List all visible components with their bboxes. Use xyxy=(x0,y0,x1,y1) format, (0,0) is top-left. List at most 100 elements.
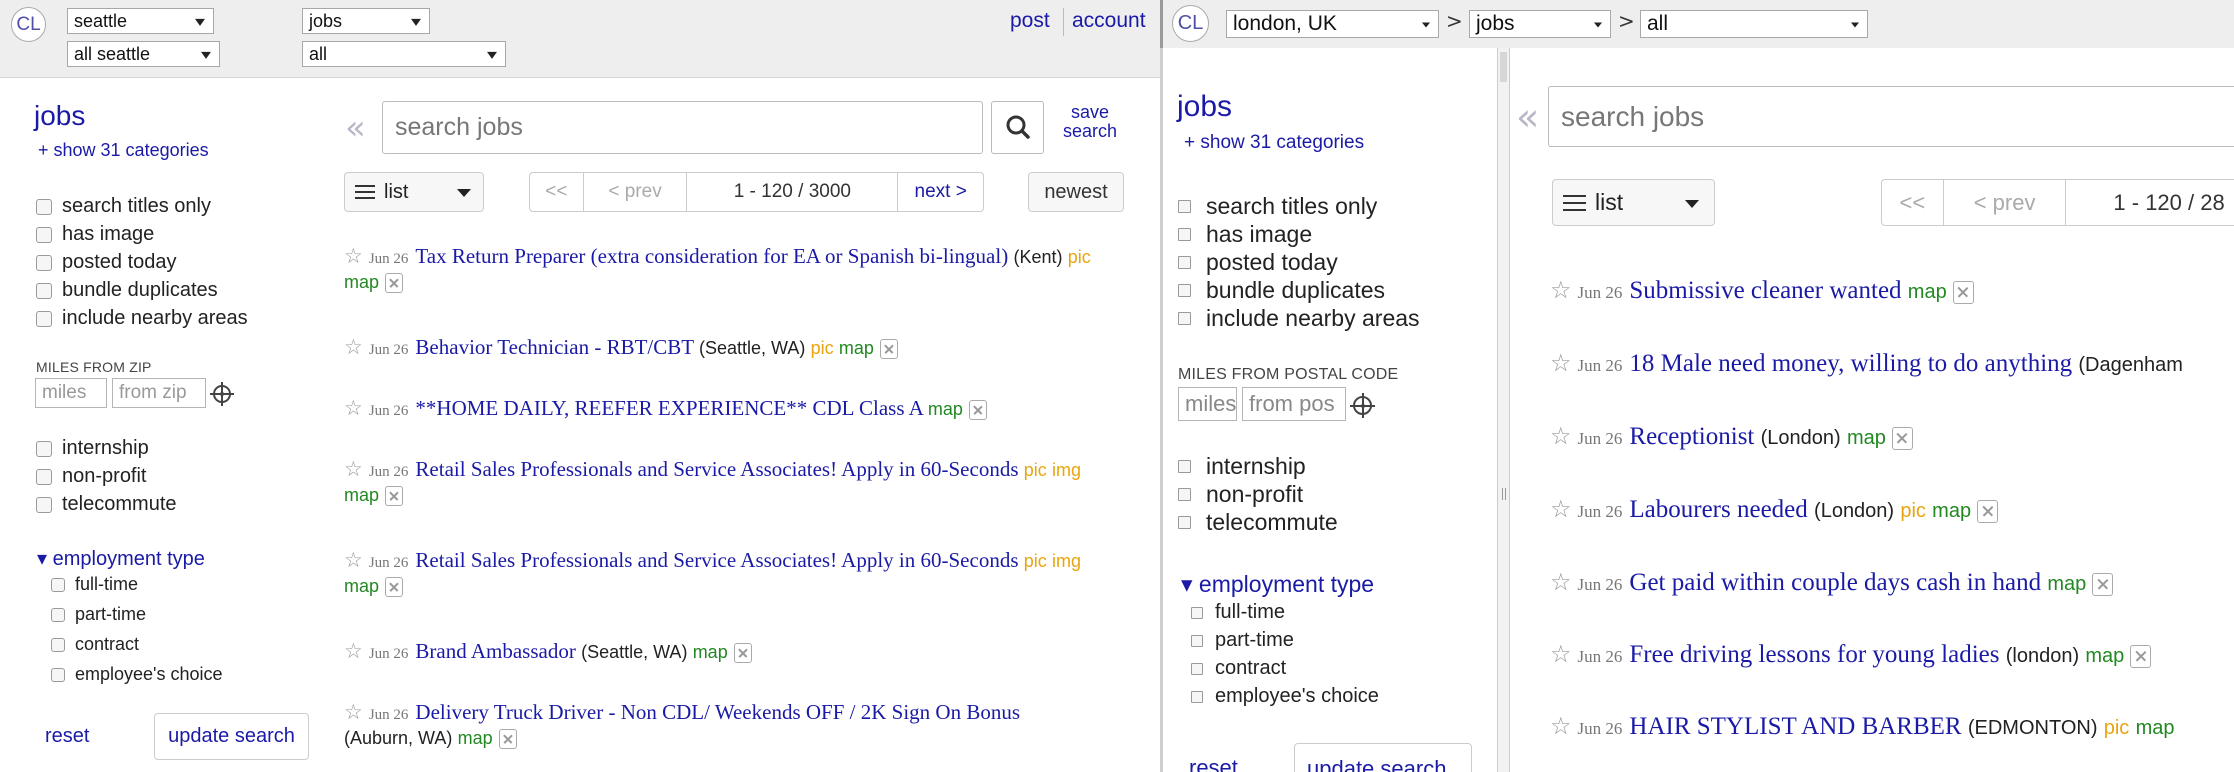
star-icon[interactable]: ☆ xyxy=(344,700,363,724)
star-icon[interactable]: ☆ xyxy=(344,244,363,268)
hide-listing-icon[interactable] xyxy=(1977,499,1999,523)
checkbox[interactable] xyxy=(1178,488,1191,501)
emp-full-time[interactable]: full-time xyxy=(51,574,138,595)
listing-title[interactable]: Tax Return Preparer (extra consideration… xyxy=(415,244,1008,268)
hide-listing-icon[interactable] xyxy=(2092,572,2114,596)
hide-listing-icon[interactable] xyxy=(733,643,752,664)
first-page-button[interactable]: << xyxy=(530,173,584,211)
star-icon[interactable]: ☆ xyxy=(344,396,363,420)
collapse-sidebar-icon[interactable]: « xyxy=(345,108,366,148)
map-link[interactable]: map xyxy=(1932,500,1971,522)
emp-part-time[interactable]: part-time xyxy=(1191,629,1294,652)
account-link[interactable]: account xyxy=(1072,9,1146,33)
show-categories-link[interactable]: + show 31 categories xyxy=(38,140,209,161)
employment-type-toggle[interactable]: ▾ employment type xyxy=(37,546,205,571)
checkbox[interactable] xyxy=(1178,228,1191,241)
post-link[interactable]: post xyxy=(1010,9,1050,33)
update-search-button[interactable]: update search xyxy=(154,713,309,760)
map-link[interactable]: map xyxy=(839,338,874,358)
filter-nearby-areas[interactable]: include nearby areas xyxy=(1178,305,1420,332)
map-link[interactable]: map xyxy=(2047,573,2086,595)
hide-listing-icon[interactable] xyxy=(385,486,404,507)
map-link[interactable]: map xyxy=(2136,717,2175,739)
miles-input[interactable]: miles xyxy=(35,378,107,408)
listing-title[interactable]: Submissive cleaner wanted xyxy=(1629,277,1901,304)
emp-contract[interactable]: contract xyxy=(51,634,139,655)
postal-code-input[interactable]: from pos xyxy=(1242,387,1346,421)
listing-title[interactable]: Retail Sales Professionals and Service A… xyxy=(415,548,1018,572)
checkbox[interactable] xyxy=(1191,606,1203,619)
checkbox[interactable] xyxy=(36,440,52,457)
hide-listing-icon[interactable] xyxy=(1891,426,1913,450)
emp-full-time[interactable]: full-time xyxy=(1191,601,1285,624)
city-select[interactable]: seattle xyxy=(67,8,214,34)
view-mode-select[interactable]: list xyxy=(344,172,484,212)
next-page-button[interactable]: next > xyxy=(898,173,983,211)
map-link[interactable]: map xyxy=(1847,427,1886,449)
emp-employees-choice[interactable]: employee's choice xyxy=(51,664,223,685)
filter-has-image[interactable]: has image xyxy=(1178,221,1312,248)
checkbox[interactable] xyxy=(1178,256,1191,269)
filter-search-titles[interactable]: search titles only xyxy=(1178,193,1377,220)
flag-internship[interactable]: internship xyxy=(36,437,149,460)
listing-title[interactable]: Retail Sales Professionals and Service A… xyxy=(415,457,1018,481)
hide-listing-icon[interactable] xyxy=(498,729,517,750)
zip-input[interactable]: from zip xyxy=(112,378,206,408)
map-link[interactable]: map xyxy=(2085,645,2124,667)
map-link[interactable]: map xyxy=(693,642,728,662)
checkbox[interactable] xyxy=(36,310,52,327)
star-icon[interactable]: ☆ xyxy=(344,335,363,359)
checkbox[interactable] xyxy=(1191,662,1203,675)
subcategory-select[interactable]: all xyxy=(1640,10,1868,38)
search-button[interactable] xyxy=(991,101,1044,154)
employment-type-toggle[interactable]: ▾ employment type xyxy=(1181,571,1374,598)
checkbox[interactable] xyxy=(1178,460,1191,473)
hide-listing-icon[interactable] xyxy=(385,273,404,294)
listing-title[interactable]: **HOME DAILY, REEFER EXPERIENCE** CDL Cl… xyxy=(415,396,922,420)
checkbox[interactable] xyxy=(51,577,65,592)
filter-posted-today[interactable]: posted today xyxy=(1178,249,1338,276)
listing-title[interactable]: Delivery Truck Driver - Non CDL/ Weekend… xyxy=(415,700,1020,724)
subcategory-select[interactable]: all xyxy=(302,41,506,67)
filter-posted-today[interactable]: posted today xyxy=(36,251,177,274)
prev-page-button[interactable]: < prev xyxy=(584,173,688,211)
hide-listing-icon[interactable] xyxy=(2130,644,2152,668)
filter-nearby-areas[interactable]: include nearby areas xyxy=(36,307,248,330)
filter-bundle-duplicates[interactable]: bundle duplicates xyxy=(36,279,218,302)
miles-input[interactable]: miles xyxy=(1178,387,1237,421)
star-icon[interactable]: ☆ xyxy=(344,548,363,572)
prev-page-button[interactable]: < prev xyxy=(1944,180,2067,225)
checkbox[interactable] xyxy=(1178,516,1191,529)
checkbox[interactable] xyxy=(36,254,52,271)
checkbox[interactable] xyxy=(51,607,65,622)
star-icon[interactable]: ☆ xyxy=(1550,712,1572,740)
reset-link[interactable]: reset xyxy=(1189,755,1238,772)
reset-link[interactable]: reset xyxy=(45,725,89,748)
star-icon[interactable]: ☆ xyxy=(1550,276,1572,304)
star-icon[interactable]: ☆ xyxy=(344,639,363,663)
collapse-sidebar-icon[interactable]: « xyxy=(1516,95,1539,139)
emp-part-time[interactable]: part-time xyxy=(51,604,146,625)
category-select[interactable]: jobs xyxy=(1469,10,1611,38)
checkbox[interactable] xyxy=(1178,312,1191,325)
map-link[interactable]: map xyxy=(1908,281,1947,303)
star-icon[interactable]: ☆ xyxy=(1550,640,1572,668)
category-select[interactable]: jobs xyxy=(302,8,430,34)
checkbox[interactable] xyxy=(51,667,65,682)
listing-title[interactable]: HAIR STYLIST AND BARBER xyxy=(1629,713,1961,740)
search-input[interactable]: search jobs xyxy=(382,101,983,154)
cl-logo[interactable]: CL xyxy=(11,7,46,42)
checkbox[interactable] xyxy=(36,496,52,513)
checkbox[interactable] xyxy=(36,226,52,243)
map-link[interactable]: map xyxy=(458,728,493,748)
map-link[interactable]: map xyxy=(344,485,379,505)
map-link[interactable]: map xyxy=(928,399,963,419)
first-page-button[interactable]: << xyxy=(1882,180,1944,225)
listing-title[interactable]: Get paid within couple days cash in hand xyxy=(1629,569,2041,596)
checkbox[interactable] xyxy=(36,468,52,485)
crosshair-icon[interactable] xyxy=(1353,393,1372,418)
view-mode-select[interactable]: list xyxy=(1552,179,1715,226)
area-select[interactable]: all seattle xyxy=(67,41,220,67)
checkbox[interactable] xyxy=(1191,690,1203,703)
hide-listing-icon[interactable] xyxy=(968,400,987,421)
